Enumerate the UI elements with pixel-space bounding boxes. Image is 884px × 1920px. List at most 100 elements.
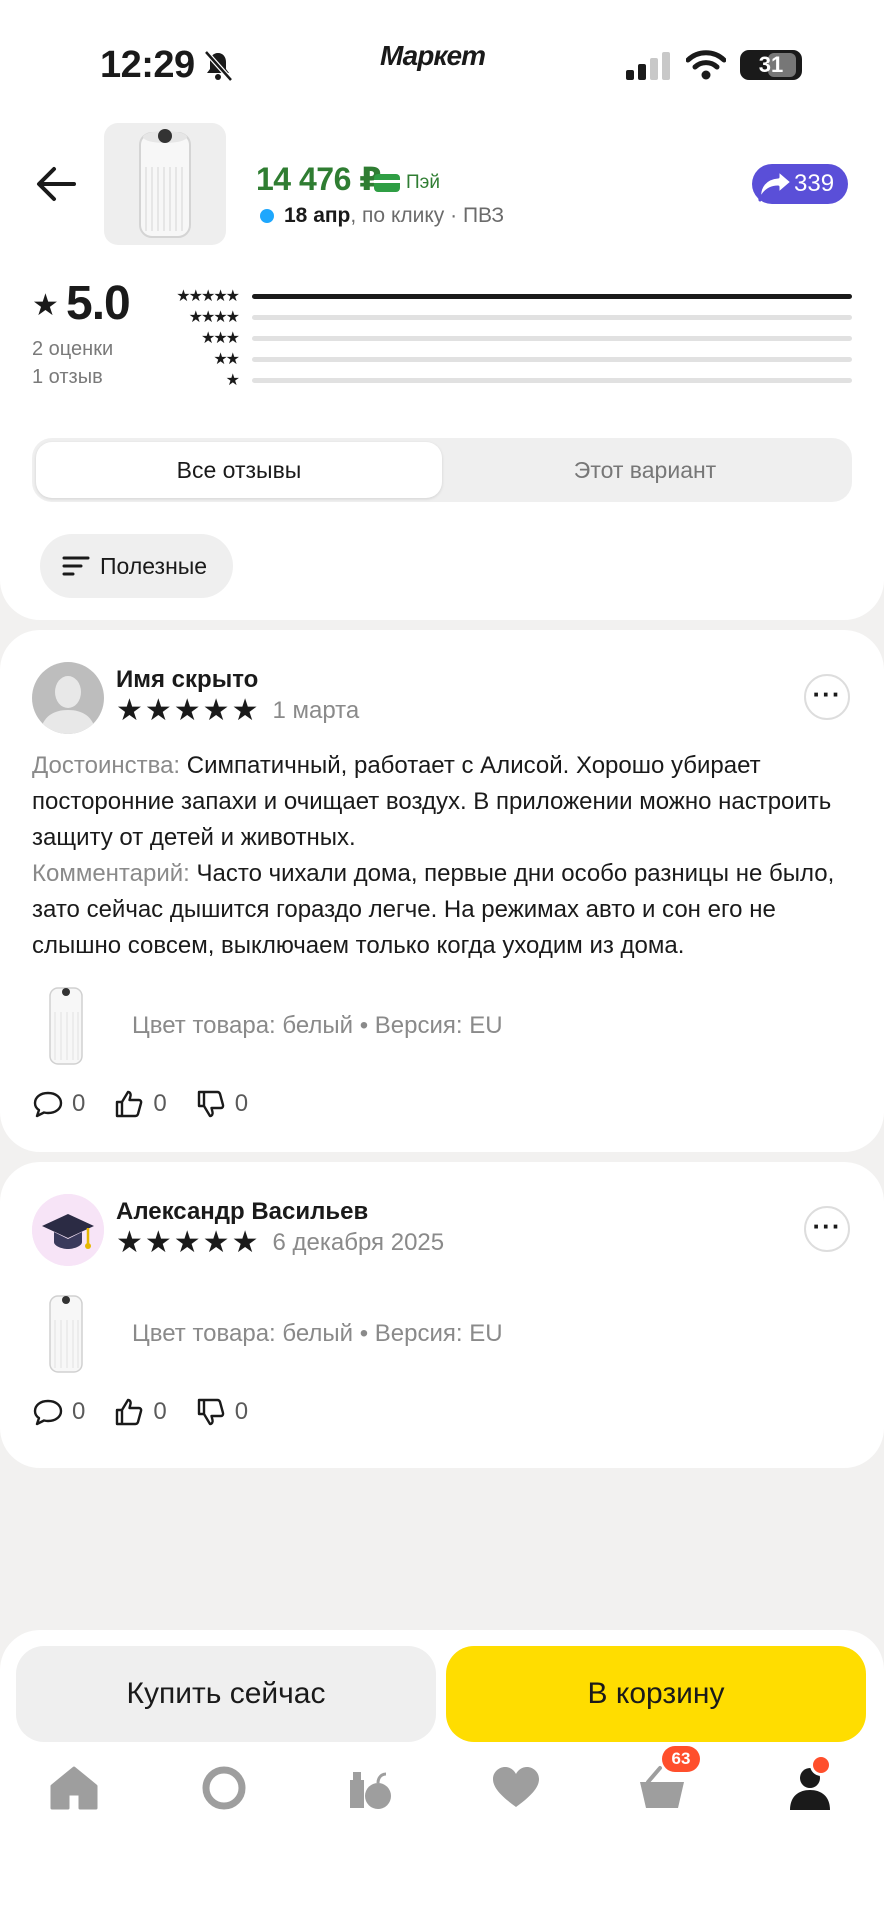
review-variant: Цвет товара: белый • Версия: EU bbox=[32, 1292, 503, 1376]
variant-product-image bbox=[49, 1295, 83, 1373]
delivery-info: 18 апр, по клику · ПВЗ bbox=[260, 204, 504, 228]
review-stars: ★★★★★ bbox=[116, 694, 261, 727]
distribution-stars: ★★★★ bbox=[188, 308, 240, 326]
avatar[interactable] bbox=[32, 1194, 104, 1266]
sort-button[interactable]: Полезные bbox=[40, 534, 234, 598]
variant-text: Цвет товара: белый • Версия: EU bbox=[132, 1012, 503, 1039]
distribution-bar bbox=[252, 294, 852, 299]
distribution-row[interactable]: ★★★★★ bbox=[160, 286, 852, 307]
thumbs-down-icon bbox=[197, 1090, 225, 1118]
pros-label: Достоинства: bbox=[32, 752, 181, 779]
more-options-button[interactable]: ··· bbox=[804, 1206, 850, 1252]
comments-button[interactable]: 0 bbox=[32, 1396, 85, 1428]
distribution-stars: ★ bbox=[225, 371, 240, 389]
product-price: 14 476 ₽ bbox=[256, 161, 382, 197]
grocery-icon[interactable] bbox=[342, 1760, 398, 1816]
share-count: 339 bbox=[794, 170, 835, 197]
distribution-stars: ★★ bbox=[213, 350, 240, 368]
delivery-date: 18 апр bbox=[284, 204, 351, 227]
share-arrow-icon bbox=[758, 168, 794, 202]
buy-now-button[interactable]: Купить сейчас bbox=[16, 1646, 436, 1742]
review-rating-row: ★★★★★ 6 декабря 2025 bbox=[116, 1228, 444, 1258]
review-date: 1 марта bbox=[272, 697, 360, 724]
distribution-row[interactable]: ★ bbox=[160, 370, 852, 391]
distribution-row[interactable]: ★★ bbox=[160, 349, 852, 370]
like-button[interactable]: 0 bbox=[113, 1088, 167, 1120]
dislike-button[interactable]: 0 bbox=[195, 1396, 248, 1428]
distribution-row[interactable]: ★★★ bbox=[160, 328, 852, 349]
distribution-bar bbox=[252, 315, 852, 320]
dislikes-count: 0 bbox=[234, 1090, 249, 1117]
comment-icon bbox=[33, 1091, 63, 1118]
graduation-cap-icon bbox=[32, 1194, 104, 1266]
more-options-button[interactable]: ··· bbox=[804, 674, 850, 720]
alice-icon[interactable] bbox=[196, 1760, 252, 1816]
tab-this-variant[interactable]: Этот вариант bbox=[442, 442, 848, 498]
card-icon bbox=[374, 174, 400, 192]
add-to-cart-button[interactable]: В корзину bbox=[446, 1646, 866, 1742]
product-thumbnail[interactable] bbox=[104, 123, 226, 245]
battery-indicator: 31 bbox=[740, 50, 802, 80]
product-summary-card: 14 476 ₽ Пэй 18 апр, по клику · ПВЗ 339 … bbox=[0, 120, 884, 620]
thumbs-down-icon bbox=[197, 1398, 225, 1426]
rating-star-icon: ★ bbox=[32, 289, 59, 322]
review-card: Имя скрыто ★★★★★ 1 марта ··· Достоинства… bbox=[0, 630, 884, 1152]
home-icon[interactable] bbox=[46, 1760, 102, 1816]
distribution-row[interactable]: ★★★★ bbox=[160, 307, 852, 328]
heart-icon[interactable] bbox=[488, 1760, 544, 1816]
distribution-bar bbox=[252, 378, 852, 383]
reviews-count: 1 отзыв bbox=[32, 366, 103, 388]
sort-label: Полезные bbox=[100, 552, 208, 579]
tab-all-reviews[interactable]: Все отзывы bbox=[36, 442, 442, 498]
reviews-filter-tabs: Все отзывы Этот вариант bbox=[32, 438, 852, 502]
pay-label: Пэй bbox=[406, 172, 440, 193]
signal-icon bbox=[626, 52, 670, 80]
rating-value: 5.0 bbox=[66, 277, 131, 330]
avatar[interactable] bbox=[32, 662, 104, 734]
likes-count: 0 bbox=[153, 1398, 167, 1425]
review-author[interactable]: Имя скрыто bbox=[116, 666, 258, 694]
ratings-count: 2 оценки bbox=[32, 338, 114, 360]
distribution-stars: ★★★ bbox=[200, 329, 240, 347]
rating-distribution: ★★★★★ ★★★★ ★★★ ★★ ★ bbox=[160, 286, 852, 391]
air-purifier-image bbox=[139, 129, 191, 238]
back-arrow-icon[interactable] bbox=[34, 162, 78, 206]
review-reactions: 0 0 0 bbox=[32, 1088, 248, 1120]
bell-muted-icon bbox=[204, 50, 233, 82]
sort-icon bbox=[62, 556, 90, 576]
comment-icon bbox=[33, 1399, 63, 1426]
review-author[interactable]: Александр Васильев bbox=[116, 1198, 368, 1226]
review-reactions: 0 0 0 bbox=[32, 1396, 248, 1428]
comments-count: 0 bbox=[72, 1398, 86, 1425]
variant-product-image bbox=[49, 987, 83, 1065]
dislikes-count: 0 bbox=[234, 1398, 249, 1425]
cart-count-badge: 63 bbox=[662, 1746, 700, 1772]
review-variant: Цвет товара: белый • Версия: EU bbox=[32, 984, 503, 1068]
distribution-fill bbox=[252, 294, 852, 299]
variant-text: Цвет товара: белый • Версия: EU bbox=[132, 1320, 503, 1347]
review-date: 6 декабря 2025 bbox=[272, 1229, 445, 1256]
wifi-icon bbox=[686, 50, 726, 80]
review-card: Александр Васильев ★★★★★ 6 декабря 2025 … bbox=[0, 1162, 884, 1468]
status-bar: 12:29 Маркет 31 bbox=[0, 0, 884, 120]
comments-count: 0 bbox=[72, 1090, 86, 1117]
review-rating-row: ★★★★★ 1 марта bbox=[116, 696, 359, 726]
app-logo: Маркет bbox=[380, 40, 486, 71]
delivery-method: , по клику · ПВЗ bbox=[350, 204, 505, 227]
distribution-bar bbox=[252, 357, 852, 362]
distribution-stars: ★★★★★ bbox=[176, 287, 240, 305]
review-body: Достоинства: Симпатичный, работает с Али… bbox=[32, 748, 852, 964]
thumbs-up-icon bbox=[116, 1398, 143, 1426]
likes-count: 0 bbox=[153, 1090, 167, 1117]
status-time: 12:29 bbox=[100, 44, 195, 86]
thumbs-up-icon bbox=[116, 1090, 143, 1118]
like-button[interactable]: 0 bbox=[113, 1396, 167, 1428]
bottom-tab-bar: 63 bbox=[0, 1746, 884, 1840]
comments-button[interactable]: 0 bbox=[32, 1088, 85, 1120]
pay-tag: Пэй bbox=[374, 172, 440, 194]
review-stars: ★★★★★ bbox=[116, 1226, 261, 1259]
dislike-button[interactable]: 0 bbox=[195, 1088, 248, 1120]
user-placeholder-icon bbox=[32, 662, 104, 734]
delivery-dot-icon bbox=[260, 209, 274, 223]
profile-notification-dot bbox=[810, 1754, 832, 1776]
